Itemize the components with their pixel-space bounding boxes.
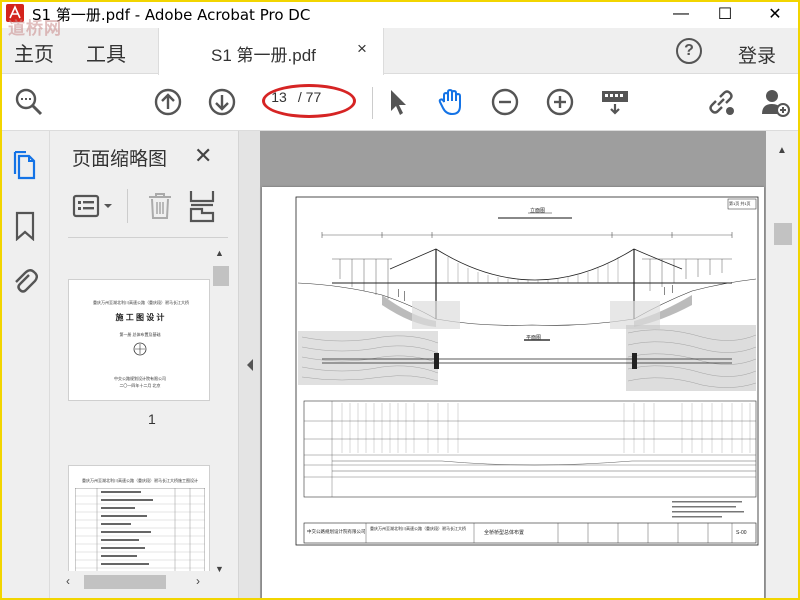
next-page-icon[interactable] [207,87,237,117]
panel-title: 页面缩略图 [72,149,168,170]
thumb1-header: 重庆万州至湖北利川高速公路（重庆段）驸马长江大桥 [93,300,189,305]
panel-close-button[interactable]: ✕ [194,143,212,169]
scroll-up-arrow-icon[interactable]: ▲ [215,248,224,258]
thumb1-title: 施 工 图 设 计 [115,313,165,322]
drawing-plan-title: 平面图 [526,335,542,341]
add-user-icon[interactable] [760,87,790,117]
panel-collapse-handle[interactable] [238,131,260,600]
scroll-left-arrow-icon[interactable]: ‹ [66,574,70,588]
hand-tool-icon[interactable] [436,87,466,117]
drawing-footer-sheet: 全桥桥型总体布置 [484,530,525,536]
collapse-arrow-icon[interactable] [246,358,254,372]
attachment-icon[interactable] [12,267,38,297]
thumbnail-page-1[interactable]: 重庆万州至湖北利川高速公路（重庆段）驸马长江大桥 施 工 图 设 计 第一册 总… [68,279,210,401]
bookmark-icon[interactable] [12,211,38,241]
thumbnails-panel: 页面缩略图 ✕ 重庆万州至湖北利川高速公路（重庆段）驸马长江大桥 施 工 图 设… [50,131,238,600]
page-thumbnails-icon[interactable] [12,151,38,181]
previous-page-icon[interactable] [153,87,183,117]
document-viewport[interactable]: 立面图 平面图 第1页 共1页 中交公路规划设计院有限公司 重庆万州至湖北利川高… [260,131,766,600]
drawing-page-no: 第1页 共1页 [729,201,751,206]
close-tab-button[interactable]: × [357,39,367,59]
window-title: S1 第一册.pdf - Adobe Acrobat Pro DC [32,6,311,24]
toolbar: 13 / 77 [0,75,800,131]
maximize-button[interactable]: ☐ [702,0,748,28]
left-rail [0,131,50,600]
thumbnail-page-2[interactable]: 重庆万州至湖北利川高速公路（重庆段）驸马长江大桥施工图设计 [68,465,210,585]
thumb1-company: 中交公路规划设计院有限公司 [114,376,166,381]
thumb1-seal-icon [133,342,147,356]
scrollbar-thumb[interactable] [213,266,229,286]
red-highlight-ellipse [262,84,356,118]
scroll-down-arrow-icon[interactable]: ▼ [215,564,224,574]
panel-separator [68,237,228,238]
drawing-elevation-title: 立面图 [530,208,546,214]
thumbnail-options-icon[interactable] [72,193,116,219]
zoom-icon[interactable] [14,87,44,117]
hscrollbar-thumb[interactable] [84,575,166,589]
login-button[interactable]: 登录 [738,41,776,68]
thumbnails-hscrollbar[interactable]: ‹ › [64,571,210,593]
menu-tools[interactable]: 工具 [86,38,126,67]
panel-toolbar [72,189,222,225]
document-scrollbar[interactable]: ▲ [766,131,798,600]
close-window-button[interactable]: ✕ [752,0,798,28]
drawing-footer-project: 重庆万州至湖北利川高速公路（重庆段）驸马长江大桥 [370,526,466,531]
menu-home[interactable]: 主页 [14,38,54,67]
doc-scroll-up-arrow-icon[interactable]: ▲ [777,145,787,156]
share-link-icon[interactable] [706,87,736,117]
title-bar: S1 第一册.pdf - Adobe Acrobat Pro DC — ☐ ✕ [0,0,800,28]
scroll-right-arrow-icon[interactable]: › [196,574,200,588]
drawing-footer-company: 中交公路规划设计院有限公司 [307,529,366,534]
trash-icon[interactable] [146,191,174,221]
engineering-drawing [295,196,759,546]
select-tool-icon[interactable] [383,87,413,117]
help-button[interactable]: ? [676,38,702,64]
zoom-in-icon[interactable] [545,87,575,117]
document-tab[interactable]: S1 第一册.pdf × [158,28,384,75]
minimize-button[interactable]: — [658,0,704,28]
doc-scrollbar-thumb[interactable] [774,223,792,245]
extract-pages-icon[interactable] [188,189,216,223]
document-tab-label: S1 第一册.pdf [211,46,316,65]
thumb2-table [75,488,205,584]
pdf-page[interactable]: 立面图 平面图 第1页 共1页 中交公路规划设计院有限公司 重庆万州至湖北利川高… [262,187,764,599]
thumbnails-scrollbar[interactable]: ▲ ▼ [210,244,232,596]
thumbnail-number-1: 1 [148,411,156,427]
panel-divider [127,189,128,223]
thumb1-date: 二〇一四年十二月 北京 [119,383,161,388]
drawing-sheet-code: S-00 [736,530,747,536]
page-display-icon[interactable] [600,87,630,117]
zoom-out-icon[interactable] [490,87,520,117]
thumb2-header: 重庆万州至湖北利川高速公路（重庆段）驸马长江大桥施工图设计 [82,478,198,483]
watermark-logo: 道桥网 [8,19,62,38]
thumb1-subtitle: 第一册 总体布置及基础 [119,332,161,337]
toolbar-divider [372,87,373,119]
